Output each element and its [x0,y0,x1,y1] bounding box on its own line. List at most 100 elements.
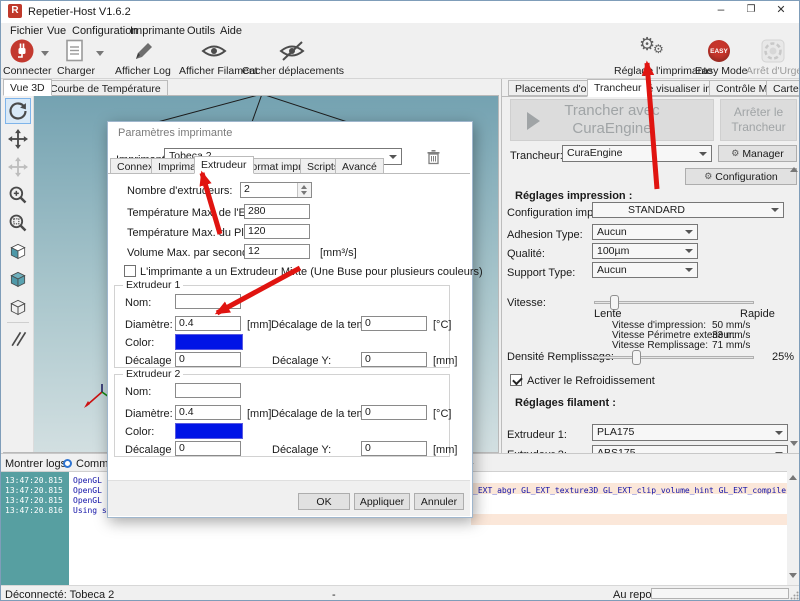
spinner-down-icon[interactable] [301,191,307,195]
chevron-down-icon [775,431,783,435]
cube-wireframe-icon[interactable] [5,294,31,320]
minimize-button[interactable]: – [706,3,736,15]
cube-solid-icon[interactable] [5,266,31,292]
cancel-button[interactable]: Annuler [414,493,464,510]
decalage-y-input[interactable]: 0 [361,441,427,456]
menu-fichier[interactable]: Fichier [10,25,43,37]
bed-temp-input[interactable]: 120 [244,224,310,239]
dialog-title-bar[interactable]: Paramètres imprimante [108,122,470,144]
decalage-y-label: Décalage Y: [272,355,331,367]
status-connection: Déconnecté: Tobeca 2 [5,589,114,601]
toolbar: Connecter Charger Afficher Log [1,38,799,79]
emergency-stop-button[interactable]: Arrêt d'Urgence [747,38,799,78]
decalage-x-input[interactable]: 0 [175,352,241,367]
diametre-input[interactable]: 0.4 [175,405,241,420]
close-button[interactable]: ✕ [766,4,796,16]
apply-button[interactable]: Appliquer [354,493,410,510]
tab-carte-sd[interactable]: Carte SD [766,80,800,96]
dialog-tab-avance[interactable]: Avancé [335,158,384,174]
tab-courbe-temperature[interactable]: Courbe de Température [43,80,168,96]
slicer-select[interactable]: CuraEngine [562,145,712,162]
diametre-input[interactable]: 0.4 [175,316,241,331]
panel-scroll-up-icon[interactable] [790,167,798,172]
log-scrollbar[interactable] [787,471,799,585]
scroll-down-icon[interactable] [789,573,797,578]
manager-button[interactable]: ⚙ Manager [718,145,797,162]
menu-vue[interactable]: Vue [47,25,66,37]
adhesion-select[interactable]: Aucun [592,224,698,240]
quality-label: Qualité: [507,248,545,260]
stop-slicer-button[interactable]: Arrêter leTrancheur [720,99,797,141]
show-log-button[interactable]: Afficher Log [113,38,175,78]
title-bar[interactable]: R Repetier-Host V1.6.2 – ❐ ✕ [1,1,799,23]
cooling-checkbox[interactable] [510,374,522,386]
move-object-icon[interactable] [5,154,31,180]
color-swatch[interactable] [175,334,243,350]
move-view-icon[interactable] [5,126,31,152]
extruder1-filament-select[interactable]: PLA175 [592,424,788,441]
load-dropdown-caret[interactable] [96,51,104,56]
cube-iso-icon[interactable] [5,238,31,264]
maximize-button[interactable]: ❐ [736,4,766,16]
scroll-up-icon[interactable] [789,475,797,480]
status-bar: Déconnecté: Tobeca 2 - Au repos [1,585,799,601]
easy-mode-button[interactable]: EASY Easy Mode [695,38,747,78]
nom-input[interactable] [175,294,241,309]
zoom-fit-icon[interactable] [5,210,31,236]
parallel-lines-icon[interactable] [5,326,31,352]
configuration-button[interactable]: ⚙ Configuration [685,168,797,185]
trash-icon[interactable] [426,149,441,165]
zoom-in-icon[interactable] [5,182,31,208]
tab-vue-3d[interactable]: Vue 3D [3,79,52,96]
chevron-down-icon [685,268,693,272]
tab-trancheur[interactable]: Trancheur [587,79,648,97]
gear-icon: ⚙ [704,171,712,182]
chevron-down-icon [685,249,693,253]
color-swatch[interactable] [175,423,243,439]
mm-unit: [mm] [247,319,271,331]
temp-offset-input[interactable]: 0 [361,405,427,420]
resize-grip[interactable] [790,591,799,600]
infill-slider-thumb[interactable] [632,350,641,365]
config-impression-select[interactable]: STANDARD [592,202,784,218]
max-temp-input[interactable]: 280 [244,204,310,219]
printer-settings-button[interactable]: ⚙ ⚙ Réglage l'imprimante [611,38,693,78]
menu-configuration[interactable]: Configuration [72,25,137,37]
menu-outils[interactable]: Outils [187,25,215,37]
nom-input[interactable] [175,383,241,398]
support-label: Support Type: [507,267,575,279]
log-row-highlight: _EXT_abgr GL_EXT_texture3D GL_EXT_clip_v… [471,483,787,494]
dialog-tab-extrudeur[interactable]: Extrudeur [194,156,254,174]
mm-unit: [mm] [433,355,457,367]
spinner-up-icon[interactable] [301,185,307,189]
extruder2-filament-select[interactable]: ABS175 [592,445,788,453]
decalage-x-input[interactable]: 0 [175,441,241,456]
slice-button[interactable]: Trancher avecCuraEngine [510,99,714,141]
infill-slider-track[interactable] [594,356,754,359]
rotate-icon[interactable] [5,98,31,124]
connect-dropdown-caret[interactable] [41,51,49,56]
status-progress-bar [651,588,789,599]
decalage-y-input[interactable]: 0 [361,352,427,367]
eye-slash-icon [279,40,305,62]
spinner[interactable] [297,183,311,197]
connect-button[interactable]: Connecter [1,38,49,78]
infill-value: 25% [772,351,794,363]
nom-label: Nom: [125,386,151,398]
ok-button[interactable]: OK [298,493,350,510]
mixing-checkbox[interactable] [124,265,136,277]
hide-moves-button[interactable]: Cacher déplacements [253,38,333,78]
panel-scroll-down-icon[interactable] [790,441,798,446]
num-extruders-input[interactable]: 2 [240,182,312,198]
volume-input[interactable]: 12 [244,244,310,259]
repetier-host-window: R Repetier-Host V1.6.2 – ❐ ✕ Fichier Vue… [0,0,800,601]
chevron-down-icon [685,230,693,234]
menu-imprimante[interactable]: Imprimante [130,25,185,37]
support-select[interactable]: Aucun [592,262,698,278]
quality-select[interactable]: 100µm [592,243,698,259]
load-button[interactable]: Charger [53,38,99,78]
nom-label: Nom: [125,297,151,309]
menu-bar: Fichier Vue Configuration Imprimante Out… [1,23,799,38]
menu-aide[interactable]: Aide [220,25,242,37]
temp-offset-input[interactable]: 0 [361,316,427,331]
